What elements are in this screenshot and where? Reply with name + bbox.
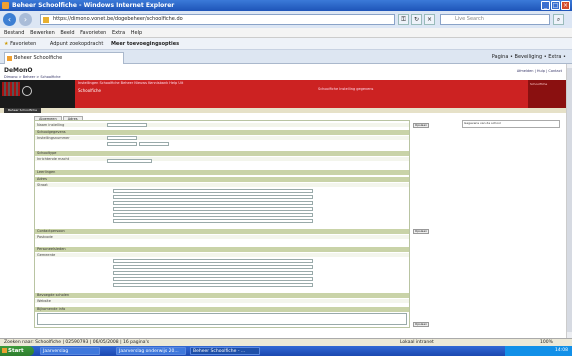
system-tray: 14:08	[505, 346, 572, 356]
info-panel: Gegevens van de school	[462, 120, 560, 128]
text-field[interactable]	[113, 265, 313, 269]
form-section: Bevoegde scholen	[35, 293, 409, 298]
site-main-menu[interactable]: Instellingen Schoolfiche Beheer Nieuws K…	[78, 81, 183, 86]
text-field[interactable]	[113, 189, 313, 193]
dropdown-field[interactable]	[139, 142, 169, 146]
site-header-band: Instellingen Schoolfiche Beheer Nieuws K…	[0, 80, 566, 108]
close-button[interactable]: ×	[561, 1, 570, 10]
tab-icon	[7, 56, 12, 61]
status-bar: Zoeken naar: Schoolfiche | 02590793 | 06…	[0, 338, 572, 346]
text-field[interactable]	[113, 207, 313, 211]
page-content: DeMonO Dimono > Beheer > Schoolfiche Afm…	[0, 64, 566, 338]
dropdown-field[interactable]	[107, 136, 137, 140]
form-section: Schooltype	[35, 151, 409, 156]
header-dark-block	[0, 80, 75, 108]
sub-bar-label: Beheer Schoolfiche	[4, 108, 41, 113]
favorites-button[interactable]: Favorieten	[10, 41, 36, 47]
maximize-button[interactable]: □	[551, 1, 560, 10]
form-section: Personeelsleden	[35, 247, 409, 252]
text-field[interactable]	[113, 195, 313, 199]
form-section: Schoolgegevens	[35, 130, 409, 135]
section-title: Schoolfiche	[78, 88, 101, 93]
menu-bewerken[interactable]: Bewerken	[30, 30, 55, 36]
tab-row: Beheer Schoolfiche Pagina • Beveiliging …	[0, 50, 572, 64]
text-field[interactable]	[113, 201, 313, 205]
menu-bar: Bestand Bewerken Beeld Favorieten Extra …	[0, 28, 572, 38]
menu-help[interactable]: Help	[131, 30, 142, 36]
back-button[interactable]: ‹	[3, 13, 16, 26]
save-button[interactable]: Opslaan	[413, 123, 429, 128]
text-field[interactable]	[113, 259, 313, 263]
form-row: Naam instelling	[35, 123, 409, 128]
forward-button[interactable]: ›	[19, 13, 32, 26]
favorites-star-icon[interactable]: ★	[4, 41, 8, 47]
sub-bar: Beheer Schoolfiche	[0, 108, 566, 113]
header-info: Schoolfiche Instelling gegevens	[318, 87, 374, 91]
text-field[interactable]	[113, 213, 313, 217]
scrollbar-thumb[interactable]	[567, 68, 572, 332]
status-text: Zoeken naar: Schoolfiche | 02590793 | 06…	[4, 340, 150, 345]
menu-favorieten[interactable]: Favorieten	[80, 30, 106, 36]
vertical-scrollbar[interactable]	[566, 64, 572, 338]
form-section: Adres	[35, 177, 409, 182]
page-icon	[43, 17, 49, 23]
menu-bestand[interactable]: Bestand	[4, 30, 24, 36]
task-jaarverslag[interactable]: Jaarverslag	[40, 347, 100, 355]
person-icon	[22, 86, 32, 96]
form-row: Inrichtende macht	[35, 157, 409, 162]
search-icon[interactable]: ⌕	[553, 14, 564, 25]
school-form: Naam instelling Schoolgegevens Instellin…	[34, 120, 410, 328]
window-title: Beheer Schoolfiche - Windows Internet Ex…	[12, 2, 175, 9]
flag-logo	[2, 82, 20, 96]
text-field[interactable]	[113, 277, 313, 281]
search-input[interactable]: Live Search	[440, 14, 550, 25]
save-button-3[interactable]: Opslaan	[413, 322, 429, 327]
menu-extra[interactable]: Extra	[112, 30, 125, 36]
fav-item-1[interactable]: Adpunt zoekopdracht	[50, 41, 103, 47]
dropdown-field[interactable]	[107, 159, 152, 163]
address-toolbar: ‹ › https://dimono.vonet.be/dogebeheer/s…	[0, 11, 572, 28]
header-right-box: Schoolfiche	[528, 80, 566, 108]
text-field[interactable]	[113, 283, 313, 287]
clock: 14:08	[555, 348, 568, 353]
favorites-bar: ★ Favorieten Adpunt zoekopdracht Meer to…	[0, 38, 572, 50]
lock-icon[interactable]: ⚿	[398, 14, 409, 25]
form-row: Postcode	[35, 235, 409, 240]
windows-flag-icon	[2, 348, 7, 353]
taskbar: Start Jaarverslag Jaarverslag onderwijs …	[0, 346, 572, 356]
remarks-textarea[interactable]	[37, 313, 407, 325]
form-row: Gemeente	[35, 253, 409, 258]
breadcrumb[interactable]: Dimono > Beheer > Schoolfiche	[4, 75, 61, 79]
form-row: Instellingsnummer	[35, 136, 409, 141]
form-section: Contactpersoon	[35, 229, 409, 234]
refresh-button[interactable]: ↻	[411, 14, 422, 25]
header-links[interactable]: Afmelden | Hulp | Contact	[517, 69, 562, 73]
stop-button[interactable]: ×	[424, 14, 435, 25]
form-row: Website	[35, 299, 409, 304]
fav-item-2[interactable]: Meer toevoegingsopties	[111, 41, 179, 47]
save-button-2[interactable]: Opslaan	[413, 229, 429, 234]
site-logo[interactable]: DeMonO	[4, 67, 33, 74]
task-jaarverslag-onderwijs[interactable]: Jaarverslag onderwijs 20...	[116, 347, 186, 355]
task-beheer-schoolfiche[interactable]: Beheer Schoolfiche - ...	[190, 347, 260, 355]
form-section: Leerlingen	[35, 170, 409, 175]
text-field[interactable]	[113, 271, 313, 275]
text-field[interactable]	[113, 219, 313, 223]
minimize-button[interactable]: _	[541, 1, 550, 10]
start-button[interactable]: Start	[0, 346, 34, 356]
text-field[interactable]	[107, 123, 147, 127]
address-input[interactable]: https://dimono.vonet.be/dogebeheer/schoo…	[40, 14, 395, 25]
ie-icon	[2, 2, 9, 9]
form-section: Bijkomende info	[35, 307, 409, 312]
command-bar[interactable]: Pagina • Beveiliging • Extra •	[492, 52, 566, 63]
form-row: Straat	[35, 183, 409, 188]
menu-beeld[interactable]: Beeld	[60, 30, 74, 36]
title-bar: Beheer Schoolfiche - Windows Internet Ex…	[0, 0, 572, 11]
tab-beheer-schoolfiche[interactable]: Beheer Schoolfiche	[4, 52, 124, 64]
dropdown-field[interactable]	[107, 142, 137, 146]
